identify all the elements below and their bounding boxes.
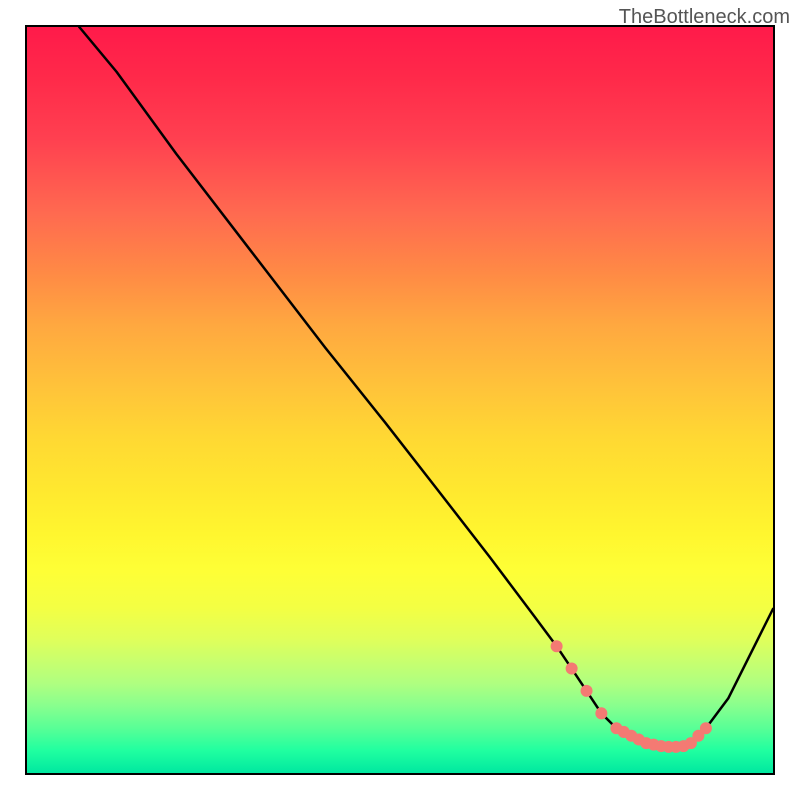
chart-svg	[27, 27, 773, 773]
marker-dot	[700, 722, 712, 734]
curve-path-group	[79, 27, 773, 747]
marker-dot	[566, 663, 578, 675]
marker-dot	[595, 707, 607, 719]
marker-dot	[551, 640, 563, 652]
bottleneck-curve	[79, 27, 773, 747]
watermark-text: TheBottleneck.com	[619, 6, 790, 29]
curve-markers	[551, 640, 712, 753]
marker-dot	[581, 685, 593, 697]
plot-area	[25, 25, 775, 775]
